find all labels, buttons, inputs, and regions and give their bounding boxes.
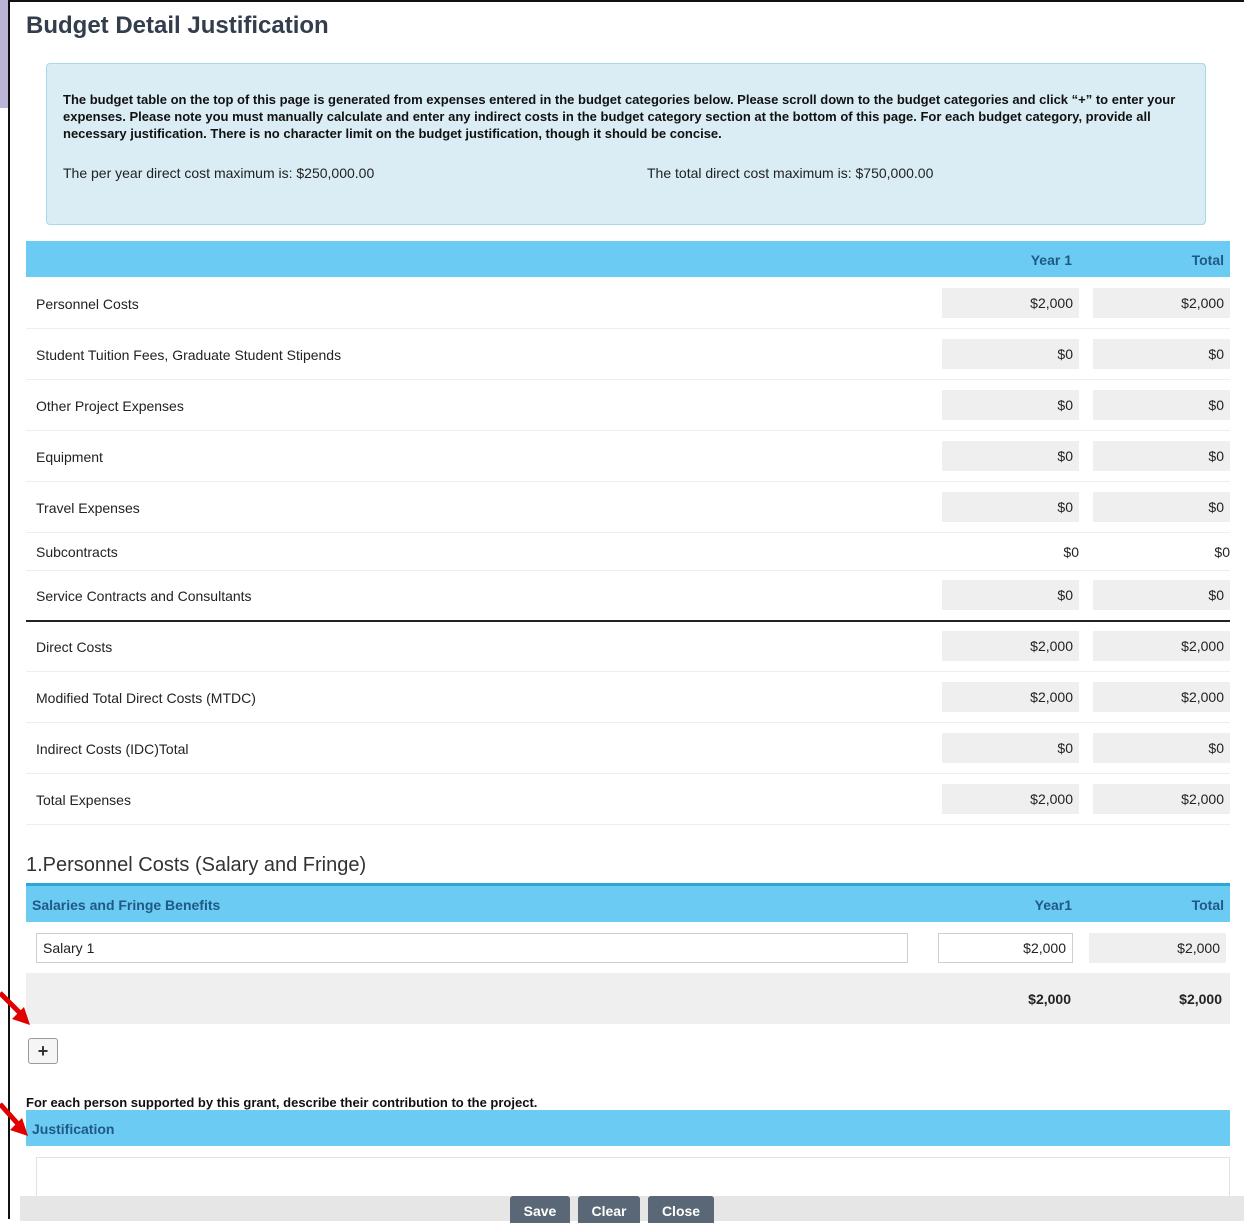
salary-total-value: $2,000 <box>1089 933 1226 963</box>
row-label: Personnel Costs <box>36 296 139 312</box>
year1-value: $0 <box>942 441 1079 471</box>
row-label: Student Tuition Fees, Graduate Student S… <box>36 347 342 363</box>
add-row-button[interactable]: + <box>28 1038 58 1064</box>
row-label: Modified Total Direct Costs (MTDC) <box>36 690 256 706</box>
grand-total: $2,000 <box>1179 991 1222 1007</box>
page-title: Budget Detail Justification <box>26 12 329 39</box>
year1-value: $0 <box>942 492 1079 522</box>
table-row: Personnel Costs $2,000 $2,000 <box>26 278 1230 329</box>
total-value: $0 <box>1093 492 1230 522</box>
row-label: Indirect Costs (IDC)Total <box>36 741 189 757</box>
total-max: The total direct cost maximum is: $750,0… <box>647 165 934 181</box>
total-value: $0 <box>1093 390 1230 420</box>
total-value: $2,000 <box>1093 631 1230 661</box>
section-title: 1.Personnel Costs (Salary and Fringe) <box>26 854 367 876</box>
header-year1: Year1 <box>1034 897 1072 913</box>
year1-total: $2,000 <box>1028 991 1071 1007</box>
year1-value: $2,000 <box>942 288 1079 318</box>
total-value: $2,000 <box>1093 784 1230 814</box>
row-label: Total Expenses <box>36 792 131 808</box>
total-value: $0 <box>1093 733 1230 763</box>
table-row: Student Tuition Fees, Graduate Student S… <box>26 329 1230 380</box>
total-value: $0 <box>1093 441 1230 471</box>
personnel-table-header: Salaries and Fringe Benefits Year1 Total <box>26 886 1230 922</box>
table-row: Travel Expenses $0 $0 <box>26 482 1230 533</box>
header-total: Total <box>1191 897 1224 913</box>
annotation-arrow-icon <box>0 991 30 1025</box>
table-row: Subcontracts $0 $0 <box>26 533 1230 571</box>
year1-value: $2,000 <box>942 682 1079 712</box>
salary-name-input[interactable]: Salary 1 <box>36 933 908 963</box>
year1-value: $2,000 <box>942 784 1079 814</box>
table-row: Indirect Costs (IDC)Total $0 $0 <box>26 723 1230 774</box>
table-row: Equipment $0 $0 <box>26 431 1230 482</box>
year1-value: $0 <box>942 390 1079 420</box>
total-value: $2,000 <box>1093 682 1230 712</box>
modal-dialog: Budget Detail Justification The budget t… <box>8 0 1244 1223</box>
summary-table-header: Year 1 Total <box>26 241 1230 277</box>
header-total: Total <box>1191 252 1224 268</box>
salary-year1-input[interactable]: $2,000 <box>938 933 1073 963</box>
total-value: $0 <box>1093 339 1230 369</box>
table-row: Modified Total Direct Costs (MTDC) $2,00… <box>26 672 1230 723</box>
total-value: $2,000 <box>1093 288 1230 318</box>
year1-value: $2,000 <box>942 631 1079 661</box>
year1-value: $0 <box>942 733 1079 763</box>
info-text: The budget table on the top of this page… <box>63 92 1176 141</box>
row-label: Subcontracts <box>36 544 118 560</box>
row-label: Direct Costs <box>36 639 113 655</box>
info-box: The budget table on the top of this page… <box>46 63 1206 225</box>
table-row: Total Expenses $2,000 $2,000 <box>26 774 1230 825</box>
year1-value: $0 <box>942 580 1079 610</box>
table-row: Direct Costs $2,000 $2,000 <box>26 622 1230 672</box>
annotation-arrow-icon <box>0 1102 28 1136</box>
year1-value: $0 <box>1063 544 1079 560</box>
row-label: Service Contracts and Consultants <box>36 588 252 604</box>
total-value: $0 <box>1214 544 1230 560</box>
row-label: Travel Expenses <box>36 500 140 516</box>
total-value: $0 <box>1093 580 1230 610</box>
year1-value: $0 <box>942 339 1079 369</box>
row-label: Equipment <box>36 449 103 465</box>
per-year-max: The per year direct cost maximum is: $25… <box>63 165 375 181</box>
justification-label: Justification <box>32 1121 115 1137</box>
justification-header: Justification <box>26 1110 1230 1146</box>
justification-instruction: For each person supported by this grant,… <box>26 1095 538 1110</box>
header-year1: Year 1 <box>1030 252 1072 268</box>
personnel-totals-row: $2,000 $2,000 <box>26 973 1230 1024</box>
table-row: Service Contracts and Consultants $0 $0 <box>26 571 1230 621</box>
table-row: Other Project Expenses $0 $0 <box>26 380 1230 431</box>
header-salaries: Salaries and Fringe Benefits <box>32 897 221 913</box>
row-label: Other Project Expenses <box>36 398 184 414</box>
